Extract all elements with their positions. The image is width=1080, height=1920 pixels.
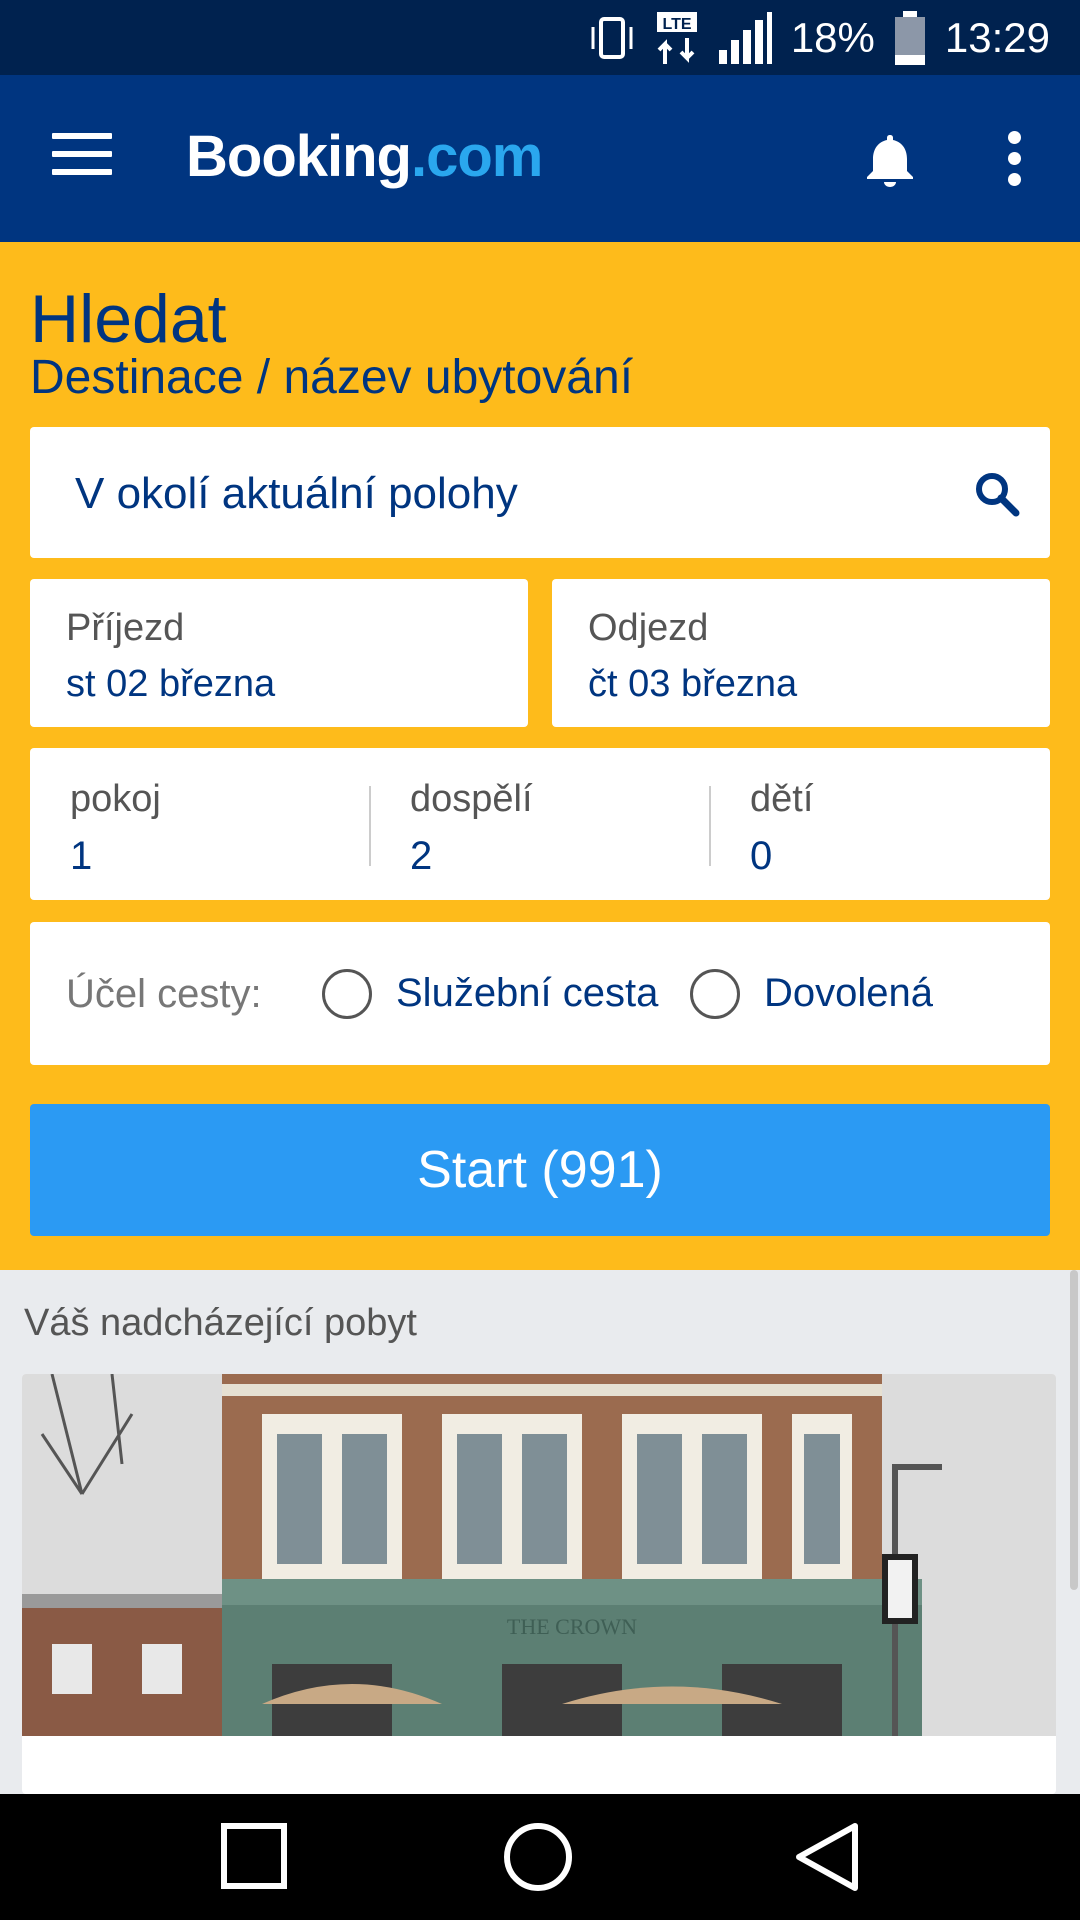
rooms-value: 1 xyxy=(70,834,93,878)
radio-circle-icon[interactable] xyxy=(322,968,372,1019)
search-title: Hledat xyxy=(30,281,227,357)
start-search-button[interactable]: Start (991) xyxy=(30,1104,1050,1236)
home-icon[interactable] xyxy=(488,1814,588,1900)
search-icon[interactable] xyxy=(974,471,1020,517)
bell-icon[interactable] xyxy=(862,131,918,187)
adults-value: 2 xyxy=(410,834,433,878)
search-subtitle: Destinace / název ubytování xyxy=(30,351,634,404)
checkout-date-field[interactable]: Odjezd čt 03 března xyxy=(552,579,1050,727)
adults-selector[interactable]: dospělí 2 xyxy=(370,748,710,900)
occupancy-card: pokoj 1 dospělí 2 dětí 0 xyxy=(30,748,1050,900)
logo-suffix: .com xyxy=(410,124,543,189)
booking-logo: Booking.com xyxy=(186,123,543,190)
children-label: dětí xyxy=(750,778,814,820)
rooms-selector[interactable]: pokoj 1 xyxy=(30,748,370,900)
back-icon[interactable] xyxy=(775,1814,875,1900)
upcoming-stay-card[interactable]: THE CROWN xyxy=(22,1374,1056,1794)
destination-input[interactable]: V okolí aktuální polohy xyxy=(30,427,1050,558)
rooms-label: pokoj xyxy=(70,778,161,820)
upcoming-stay-title: Váš nadcházející pobyt xyxy=(24,1302,417,1344)
checkout-value: čt 03 března xyxy=(588,663,798,705)
hotel-photo: THE CROWN xyxy=(22,1374,1056,1736)
more-vert-icon[interactable] xyxy=(1000,131,1028,187)
checkout-label: Odjezd xyxy=(588,607,709,649)
logo-main: Booking xyxy=(186,124,412,189)
trip-purpose-card: Účel cesty: Služební cesta Dovolená xyxy=(30,922,1050,1065)
vibrate-icon xyxy=(587,13,637,63)
app-bar: Booking.com xyxy=(0,75,1080,242)
svg-text:LTE: LTE xyxy=(662,16,691,33)
svg-text:THE CROWN: THE CROWN xyxy=(507,1614,637,1639)
menu-icon[interactable] xyxy=(52,133,112,181)
checkin-label: Příjezd xyxy=(66,607,185,649)
children-value: 0 xyxy=(750,834,773,878)
destination-value: V okolí aktuální polohy xyxy=(75,469,518,518)
radio-business-trip[interactable]: Služební cesta xyxy=(322,922,658,1065)
radio-business-label: Služební cesta xyxy=(396,971,659,1015)
adults-label: dospělí xyxy=(410,778,533,820)
search-panel: Hledat Destinace / název ubytování V oko… xyxy=(0,242,1080,1270)
checkin-date-field[interactable]: Příjezd st 02 března xyxy=(30,579,528,727)
radio-circle-icon[interactable] xyxy=(690,968,740,1019)
app-root: LTE 18% 13:29 Booking.com Hledat Destina… xyxy=(0,0,1080,1920)
purpose-label: Účel cesty: xyxy=(66,972,262,1016)
signal-icon xyxy=(717,10,773,66)
children-selector[interactable]: dětí 0 xyxy=(710,748,1050,900)
scrollbar[interactable] xyxy=(1070,1270,1078,1590)
battery-icon xyxy=(893,9,927,67)
radio-leisure-label: Dovolená xyxy=(764,971,934,1015)
status-bar: LTE 18% 13:29 xyxy=(0,0,1080,75)
battery-percent: 18% xyxy=(790,13,875,61)
lte-icon: LTE xyxy=(655,10,699,66)
system-nav-bar xyxy=(0,1794,1080,1920)
clock: 13:29 xyxy=(944,13,1050,61)
recent-apps-icon[interactable] xyxy=(204,1814,304,1900)
checkin-value: st 02 března xyxy=(66,663,276,705)
radio-leisure[interactable]: Dovolená xyxy=(690,922,933,1065)
